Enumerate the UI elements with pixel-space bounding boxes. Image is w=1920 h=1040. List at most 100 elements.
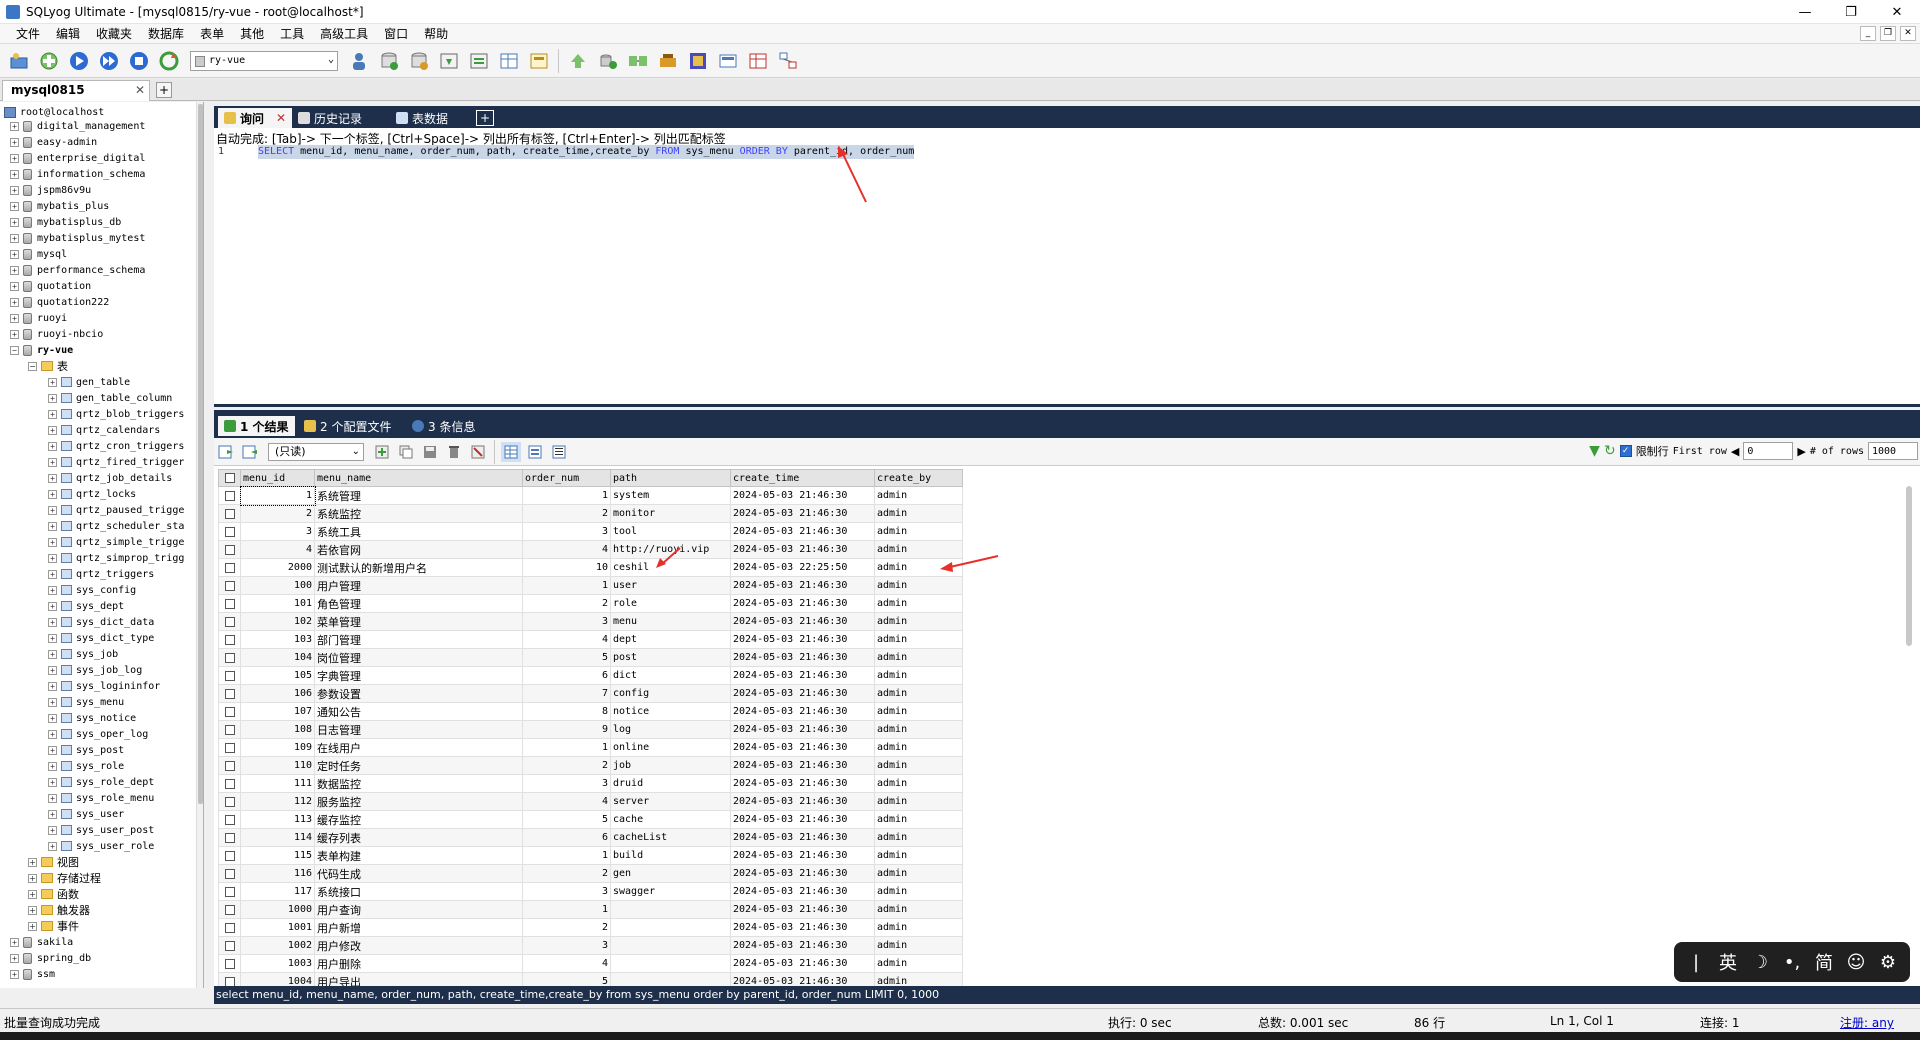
collapse-icon[interactable]: − (10, 345, 19, 355)
cell-create-by[interactable]: admin (874, 828, 963, 847)
expand-icon[interactable]: + (48, 809, 57, 819)
cell-menu-name[interactable]: 代码生成 (314, 864, 523, 883)
cell-create-time[interactable]: 2024-05-03 21:46:30 (730, 522, 875, 541)
tree-item-database[interactable]: + mybatisplus_db (10, 214, 121, 230)
menu-item-help[interactable]: 帮助 (416, 25, 456, 43)
select-all-checkbox[interactable] (224, 473, 235, 483)
row-checkbox[interactable] (224, 508, 235, 519)
tree-item-table[interactable]: + sys_role_menu (48, 790, 154, 806)
cell-menu-id[interactable]: 102 (240, 612, 315, 631)
tree-item-table[interactable]: + qrtz_calendars (48, 422, 160, 438)
row-checkbox[interactable] (224, 598, 235, 609)
row-select-cell[interactable] (218, 810, 241, 829)
sync-icon[interactable] (565, 48, 591, 74)
cell-create-by[interactable]: admin (874, 846, 963, 865)
cell-path[interactable] (610, 918, 731, 937)
cell-create-time[interactable]: 2024-05-03 21:46:30 (730, 612, 875, 631)
expand-icon[interactable]: + (48, 681, 57, 691)
tree-item-table[interactable]: + sys_notice (48, 710, 136, 726)
menu-item-database[interactable]: 数据库 (140, 25, 192, 43)
cell-path[interactable]: build (610, 846, 731, 865)
cell-create-time[interactable]: 2024-05-03 21:46:30 (730, 918, 875, 937)
column-header-menu-name[interactable]: menu_name (314, 469, 523, 487)
cell-path[interactable]: cache (610, 810, 731, 829)
register-link[interactable]: 注册: any (1840, 1014, 1894, 1031)
tree-item-table[interactable]: + sys_logininfor (48, 678, 160, 694)
table-row[interactable]: 1 系统管理 1 system 2024-05-03 21:46:30 admin (218, 485, 963, 506)
cell-create-by[interactable]: admin (874, 612, 963, 631)
mdi-close-button[interactable]: ✕ (1900, 26, 1916, 41)
table-row[interactable]: 103 部门管理 4 dept 2024-05-03 21:46:30 admin (218, 630, 963, 649)
cell-create-time[interactable]: 2024-05-03 21:46:30 (730, 486, 875, 505)
cell-create-time[interactable]: 2024-05-03 21:46:30 (730, 972, 875, 986)
expand-icon[interactable]: + (10, 137, 19, 147)
cell-menu-name[interactable]: 表单构建 (314, 846, 523, 865)
cell-create-by[interactable]: admin (874, 576, 963, 595)
cell-path[interactable]: user (610, 576, 731, 595)
notifications-icon[interactable] (715, 48, 741, 74)
row-checkbox[interactable] (224, 922, 235, 933)
row-checkbox[interactable] (224, 814, 235, 825)
expand-icon[interactable]: + (48, 569, 57, 579)
cell-create-time[interactable]: 2024-05-03 21:46:30 (730, 936, 875, 955)
export-grid-icon[interactable] (216, 442, 236, 462)
cell-create-by[interactable]: admin (874, 882, 963, 901)
grid-view-icon[interactable] (501, 441, 521, 462)
cell-menu-id[interactable]: 1002 (240, 936, 315, 955)
cell-order-num[interactable]: 3 (522, 522, 611, 541)
cell-order-num[interactable]: 2 (522, 594, 611, 613)
cell-menu-name[interactable]: 若依官网 (314, 540, 523, 559)
ime-handle[interactable]: | (1686, 952, 1706, 973)
cancel-changes-icon[interactable] (468, 442, 488, 462)
column-header-create-time[interactable]: create_time (730, 469, 875, 487)
cell-path[interactable]: menu (610, 612, 731, 631)
row-checkbox[interactable] (224, 616, 235, 627)
expand-icon[interactable]: + (48, 425, 57, 435)
new-query-icon[interactable] (36, 48, 62, 74)
cell-menu-name[interactable]: 测试默认的新增用户名 (314, 558, 523, 577)
sql-editor[interactable]: 自动完成: [Tab]-> 下一个标签, [Ctrl+Space]-> 列出所有… (214, 128, 1920, 407)
cell-create-time[interactable]: 2024-05-03 21:46:30 (730, 648, 875, 667)
cell-create-by[interactable]: admin (874, 684, 963, 703)
row-select-cell[interactable] (218, 684, 241, 703)
cell-menu-id[interactable]: 1 (239, 485, 316, 506)
cell-create-time[interactable]: 2024-05-03 21:46:30 (730, 684, 875, 703)
cell-menu-id[interactable]: 108 (240, 720, 315, 739)
table-row[interactable]: 105 字典管理 6 dict 2024-05-03 21:46:30 admin (218, 666, 963, 685)
row-checkbox[interactable] (224, 958, 235, 969)
cell-path[interactable]: notice (610, 702, 731, 721)
table-row[interactable]: 114 缓存列表 6 cacheList 2024-05-03 21:46:30 admi… (218, 828, 963, 847)
data-sync-icon[interactable] (595, 48, 621, 74)
first-row-input[interactable] (1743, 442, 1794, 460)
cell-create-by[interactable]: admin (874, 666, 963, 685)
row-checkbox[interactable] (224, 868, 235, 879)
row-select-cell[interactable] (218, 936, 241, 955)
import-icon[interactable] (436, 48, 462, 74)
row-checkbox[interactable] (224, 724, 235, 735)
cell-create-by[interactable]: admin (874, 702, 963, 721)
tree-item-database[interactable]: + mysql (10, 246, 67, 262)
cell-menu-id[interactable]: 117 (240, 882, 315, 901)
tree-item-folder[interactable]: + 触发器 (28, 902, 90, 918)
expand-icon[interactable]: + (10, 169, 19, 179)
cell-menu-id[interactable]: 1001 (240, 918, 315, 937)
cell-create-time[interactable]: 2024-05-03 21:46:30 (730, 846, 875, 865)
expand-icon[interactable]: + (10, 953, 19, 963)
cell-path[interactable]: dict (610, 666, 731, 685)
cell-path[interactable] (610, 900, 731, 919)
schema-designer-icon[interactable] (526, 48, 552, 74)
export-icon[interactable] (466, 48, 492, 74)
expand-icon[interactable]: + (48, 617, 57, 627)
tree-item-database[interactable]: + spring_db (10, 950, 91, 966)
cell-menu-id[interactable]: 1004 (240, 972, 315, 986)
tree-item-database[interactable]: + information_schema (10, 166, 145, 182)
row-select-cell[interactable] (218, 720, 241, 739)
cell-path[interactable]: job (610, 756, 731, 775)
table-row[interactable]: 113 缓存监控 5 cache 2024-05-03 21:46:30 admin (218, 810, 963, 829)
tree-item-database[interactable]: + performance_schema (10, 262, 145, 278)
expand-icon[interactable]: + (48, 553, 57, 563)
row-checkbox[interactable] (224, 580, 235, 591)
tree-item-table[interactable]: + sys_menu (48, 694, 124, 710)
tree-item-table[interactable]: + sys_user (48, 806, 124, 822)
import-grid-icon[interactable] (240, 442, 260, 462)
